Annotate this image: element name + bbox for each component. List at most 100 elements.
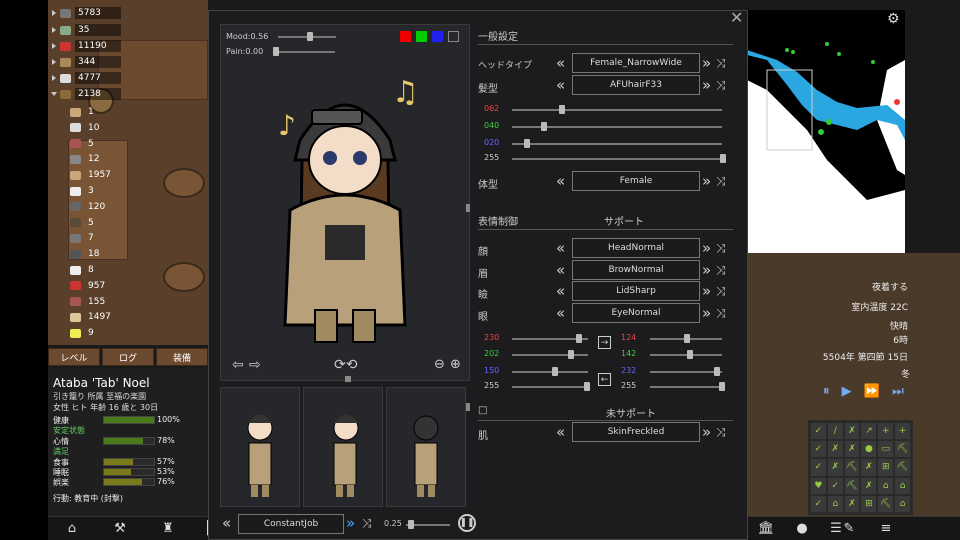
hair-alpha-knob[interactable] [720, 154, 726, 163]
sub-resource-row[interactable]: 120 [70, 201, 115, 213]
sub-resource-row[interactable]: 12 [70, 153, 115, 165]
menu-icon[interactable]: ≡ [866, 518, 906, 538]
eye-prev-icon[interactable]: « [556, 305, 565, 321]
arch-button[interactable]: ✗ [844, 423, 860, 440]
job-next-icon[interactable]: » [346, 515, 355, 531]
red-swatch[interactable] [400, 31, 411, 42]
arch-button[interactable]: ✓ [811, 423, 826, 440]
arch-button[interactable]: / [827, 423, 843, 440]
arch-button[interactable]: ✓ [811, 459, 826, 476]
tab-log[interactable]: ログ [102, 348, 154, 366]
arch-button[interactable]: ✗ [861, 477, 877, 494]
arch-button[interactable]: + [878, 423, 894, 440]
sub-resource-row[interactable]: 3 [70, 185, 115, 197]
job-select[interactable]: ConstantJob [238, 514, 344, 534]
hammer-icon[interactable]: ⚒ [98, 518, 142, 538]
eye-left-alpha-knob[interactable] [584, 382, 590, 391]
collapse-arrow-icon[interactable] [51, 92, 57, 96]
head-type-select[interactable]: Female_NarrowWide [572, 53, 700, 73]
sub-resource-row[interactable]: 1497 [70, 311, 115, 323]
copy-left-icon[interactable]: ← [598, 373, 611, 386]
lid-prev-icon[interactable]: « [556, 283, 565, 299]
hair-blue-track[interactable] [512, 143, 722, 145]
zoom-in-icon[interactable]: ⊕ [450, 357, 461, 372]
eye-shuffle-icon[interactable]: ⤨ [716, 306, 726, 321]
lid-shuffle-icon[interactable]: ⤨ [716, 284, 726, 299]
eye-left-alpha-track[interactable] [512, 386, 588, 388]
speed-controls[interactable]: ⏸ ▶ ⏩ ⏭ [823, 384, 908, 399]
sub-resource-row[interactable]: 1 [70, 106, 115, 118]
sub-resource-row[interactable]: 1957 [70, 169, 115, 181]
eye-right-green-track[interactable] [650, 354, 722, 356]
hat-icon[interactable]: ♜ [146, 518, 190, 538]
refresh-icon[interactable]: ⟳⟲ [334, 357, 357, 373]
panel-scroll-handle[interactable] [466, 204, 470, 212]
arch-button[interactable]: ✓ [811, 495, 826, 512]
job-shuffle-icon[interactable]: ⤨ [362, 516, 372, 531]
arch-button[interactable]: ⊞ [878, 459, 894, 476]
speed-slider-knob[interactable] [408, 520, 414, 529]
eye-left-blue-knob[interactable] [552, 367, 558, 376]
eye-right-alpha-knob[interactable] [719, 382, 725, 391]
hair-green-knob[interactable] [541, 122, 547, 131]
expand-arrow-icon[interactable] [52, 75, 56, 81]
mini-portrait-front[interactable] [220, 387, 300, 507]
eye-next-icon[interactable]: » [702, 305, 711, 321]
skin-prev-icon[interactable]: « [556, 424, 565, 440]
skin-select[interactable]: SkinFreckled [572, 422, 700, 442]
body-shuffle-icon[interactable]: ⤨ [716, 174, 726, 189]
face-shuffle-icon[interactable]: ⤨ [716, 241, 726, 256]
sub-resource-row[interactable]: 10 [70, 122, 115, 134]
clear-swatch[interactable] [448, 31, 459, 42]
arch-button[interactable]: ⛏ [895, 459, 910, 476]
sub-resource-row[interactable]: 155 [70, 296, 115, 308]
home-icon[interactable]: ⌂ [50, 518, 94, 538]
tab-level[interactable]: レベル [48, 348, 100, 366]
body-prev-icon[interactable]: « [556, 173, 565, 189]
body-next-icon[interactable]: » [702, 173, 711, 189]
arch-button[interactable]: ● [861, 441, 877, 458]
resource-row[interactable]: 344 [52, 56, 121, 68]
sub-resource-row[interactable]: 9 [70, 327, 115, 339]
eye-left-green-track[interactable] [512, 354, 588, 356]
rotate-right-icon[interactable]: ⇨ [249, 357, 261, 373]
eye-select[interactable]: EyeNormal [572, 303, 700, 323]
head-shuffle-icon[interactable]: ⤨ [716, 56, 726, 71]
hair-select[interactable]: AFUhairF33 [572, 75, 700, 95]
green-swatch[interactable] [416, 31, 427, 42]
face-next-icon[interactable]: » [702, 240, 711, 256]
mini-portrait-side[interactable] [303, 387, 383, 507]
arch-button[interactable]: ✗ [827, 441, 843, 458]
eye-left-blue-track[interactable] [512, 371, 588, 373]
eye-right-green-knob[interactable] [687, 350, 693, 359]
zoom-out-icon[interactable]: ⊖ [434, 357, 445, 372]
hair-next-icon[interactable]: » [702, 77, 711, 93]
hair-red-knob[interactable] [559, 105, 565, 114]
arch-button[interactable]: ⛏ [895, 441, 910, 458]
eye-left-red-knob[interactable] [576, 334, 582, 343]
arch-button[interactable]: ⌂ [895, 495, 910, 512]
eye-right-blue-track[interactable] [650, 371, 722, 373]
expand-arrow-icon[interactable] [52, 59, 56, 65]
face-prev-icon[interactable]: « [556, 240, 565, 256]
mini-scroll-handle[interactable] [466, 403, 470, 411]
eye-left-green-knob[interactable] [568, 350, 574, 359]
arch-button[interactable]: ⌂ [895, 477, 910, 494]
lid-select[interactable]: LidSharp [572, 281, 700, 301]
head-prev-icon[interactable]: « [556, 55, 565, 71]
minimap[interactable] [747, 10, 905, 253]
panel-resize-handle[interactable] [345, 376, 351, 382]
pause-icon[interactable]: ❚❚ [458, 514, 476, 532]
sub-resource-row[interactable]: 8 [70, 264, 115, 276]
skin-next-icon[interactable]: » [702, 424, 711, 440]
mini-portrait-back[interactable] [386, 387, 466, 507]
arch-button[interactable]: ⌂ [878, 477, 894, 494]
resource-row[interactable]: 11190 [52, 40, 121, 52]
lid-next-icon[interactable]: » [702, 283, 711, 299]
head-next-icon[interactable]: » [702, 55, 711, 71]
brow-next-icon[interactable]: » [702, 262, 711, 278]
arch-button[interactable]: ⊞ [861, 495, 877, 512]
head-icon[interactable]: ● [784, 518, 820, 538]
arch-button[interactable]: ♥ [811, 477, 826, 494]
arch-button[interactable]: ⛏ [844, 477, 860, 494]
